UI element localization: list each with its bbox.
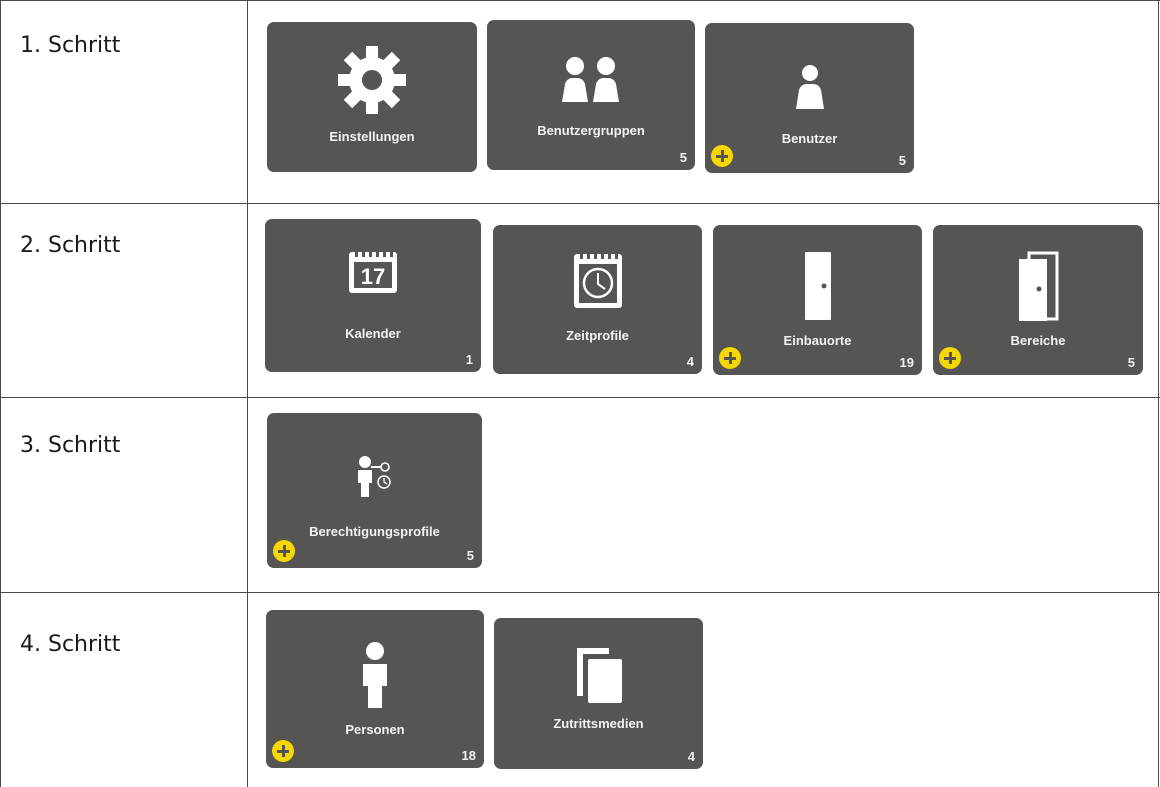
calendar-icon: 17 [348,247,398,298]
tile-berechtigungsprofile[interactable]: Berechtigungsprofile 5 [267,413,482,568]
gear-icon [336,44,408,121]
tile-count: 19 [899,355,914,370]
table-row-divider [0,203,1160,204]
step-4-label: 4. Schritt [20,632,121,657]
step-1-label: 1. Schritt [20,33,121,58]
tile-label: Personen [345,722,405,737]
tile-label: Benutzer [781,131,838,146]
user-group-icon [559,56,623,107]
tile-count: 4 [687,749,695,764]
door-icon [803,252,833,325]
tile-label: Zeitprofile [566,328,629,343]
cards-icon [573,646,625,709]
tile-count: 5 [1127,355,1135,370]
tile-count: 5 [679,150,687,165]
tile-label: Einbauorte [783,333,852,348]
person-icon [362,642,388,713]
step-3-label: 3. Schritt [20,433,121,458]
tile-count: 4 [686,354,694,369]
table-column-divider [247,0,248,787]
doors-icon [1015,251,1061,326]
add-icon[interactable] [272,740,294,762]
table-row-divider [0,397,1160,398]
table-row-divider [0,0,1160,1]
add-icon[interactable] [719,347,741,369]
tile-count: 1 [465,352,473,367]
tile-label: Bereiche [1010,333,1066,348]
add-icon[interactable] [939,347,961,369]
step-2-label: 2. Schritt [20,233,121,258]
tile-einbauorte[interactable]: Einbauorte 19 [713,225,922,375]
tile-zutrittsmedien[interactable]: Zutrittsmedien 4 [494,618,703,769]
tile-count: 5 [466,548,474,563]
tile-benutzer[interactable]: Benutzer 5 [705,23,914,173]
tile-count: 5 [898,153,906,168]
calendar-clock-icon [573,249,623,314]
tile-count: 18 [461,748,476,763]
tile-einstellungen[interactable]: Einstellungen [267,22,477,172]
person-key-clock-icon [355,455,395,502]
table-border-right [1158,0,1159,787]
tile-bereiche[interactable]: Bereiche 5 [933,225,1143,375]
tile-label: Einstellungen [329,129,415,144]
tile-label: Benutzergruppen [537,123,645,138]
add-icon[interactable] [711,145,733,167]
tile-label: Zutrittsmedien [553,716,644,731]
tile-personen[interactable]: Personen 18 [266,610,484,768]
user-icon [792,65,828,114]
tile-label: Berechtigungsprofile [309,524,440,539]
tile-benutzergruppen[interactable]: Benutzergruppen 5 [487,20,695,170]
table-border-left [0,0,1,787]
table-row-divider [0,592,1160,593]
tile-label: Kalender [345,326,401,341]
svg-text:17: 17 [361,264,385,289]
tile-zeitprofile[interactable]: Zeitprofile 4 [493,225,702,374]
tile-kalender[interactable]: 17 Kalender 1 [265,219,481,372]
add-icon[interactable] [273,540,295,562]
